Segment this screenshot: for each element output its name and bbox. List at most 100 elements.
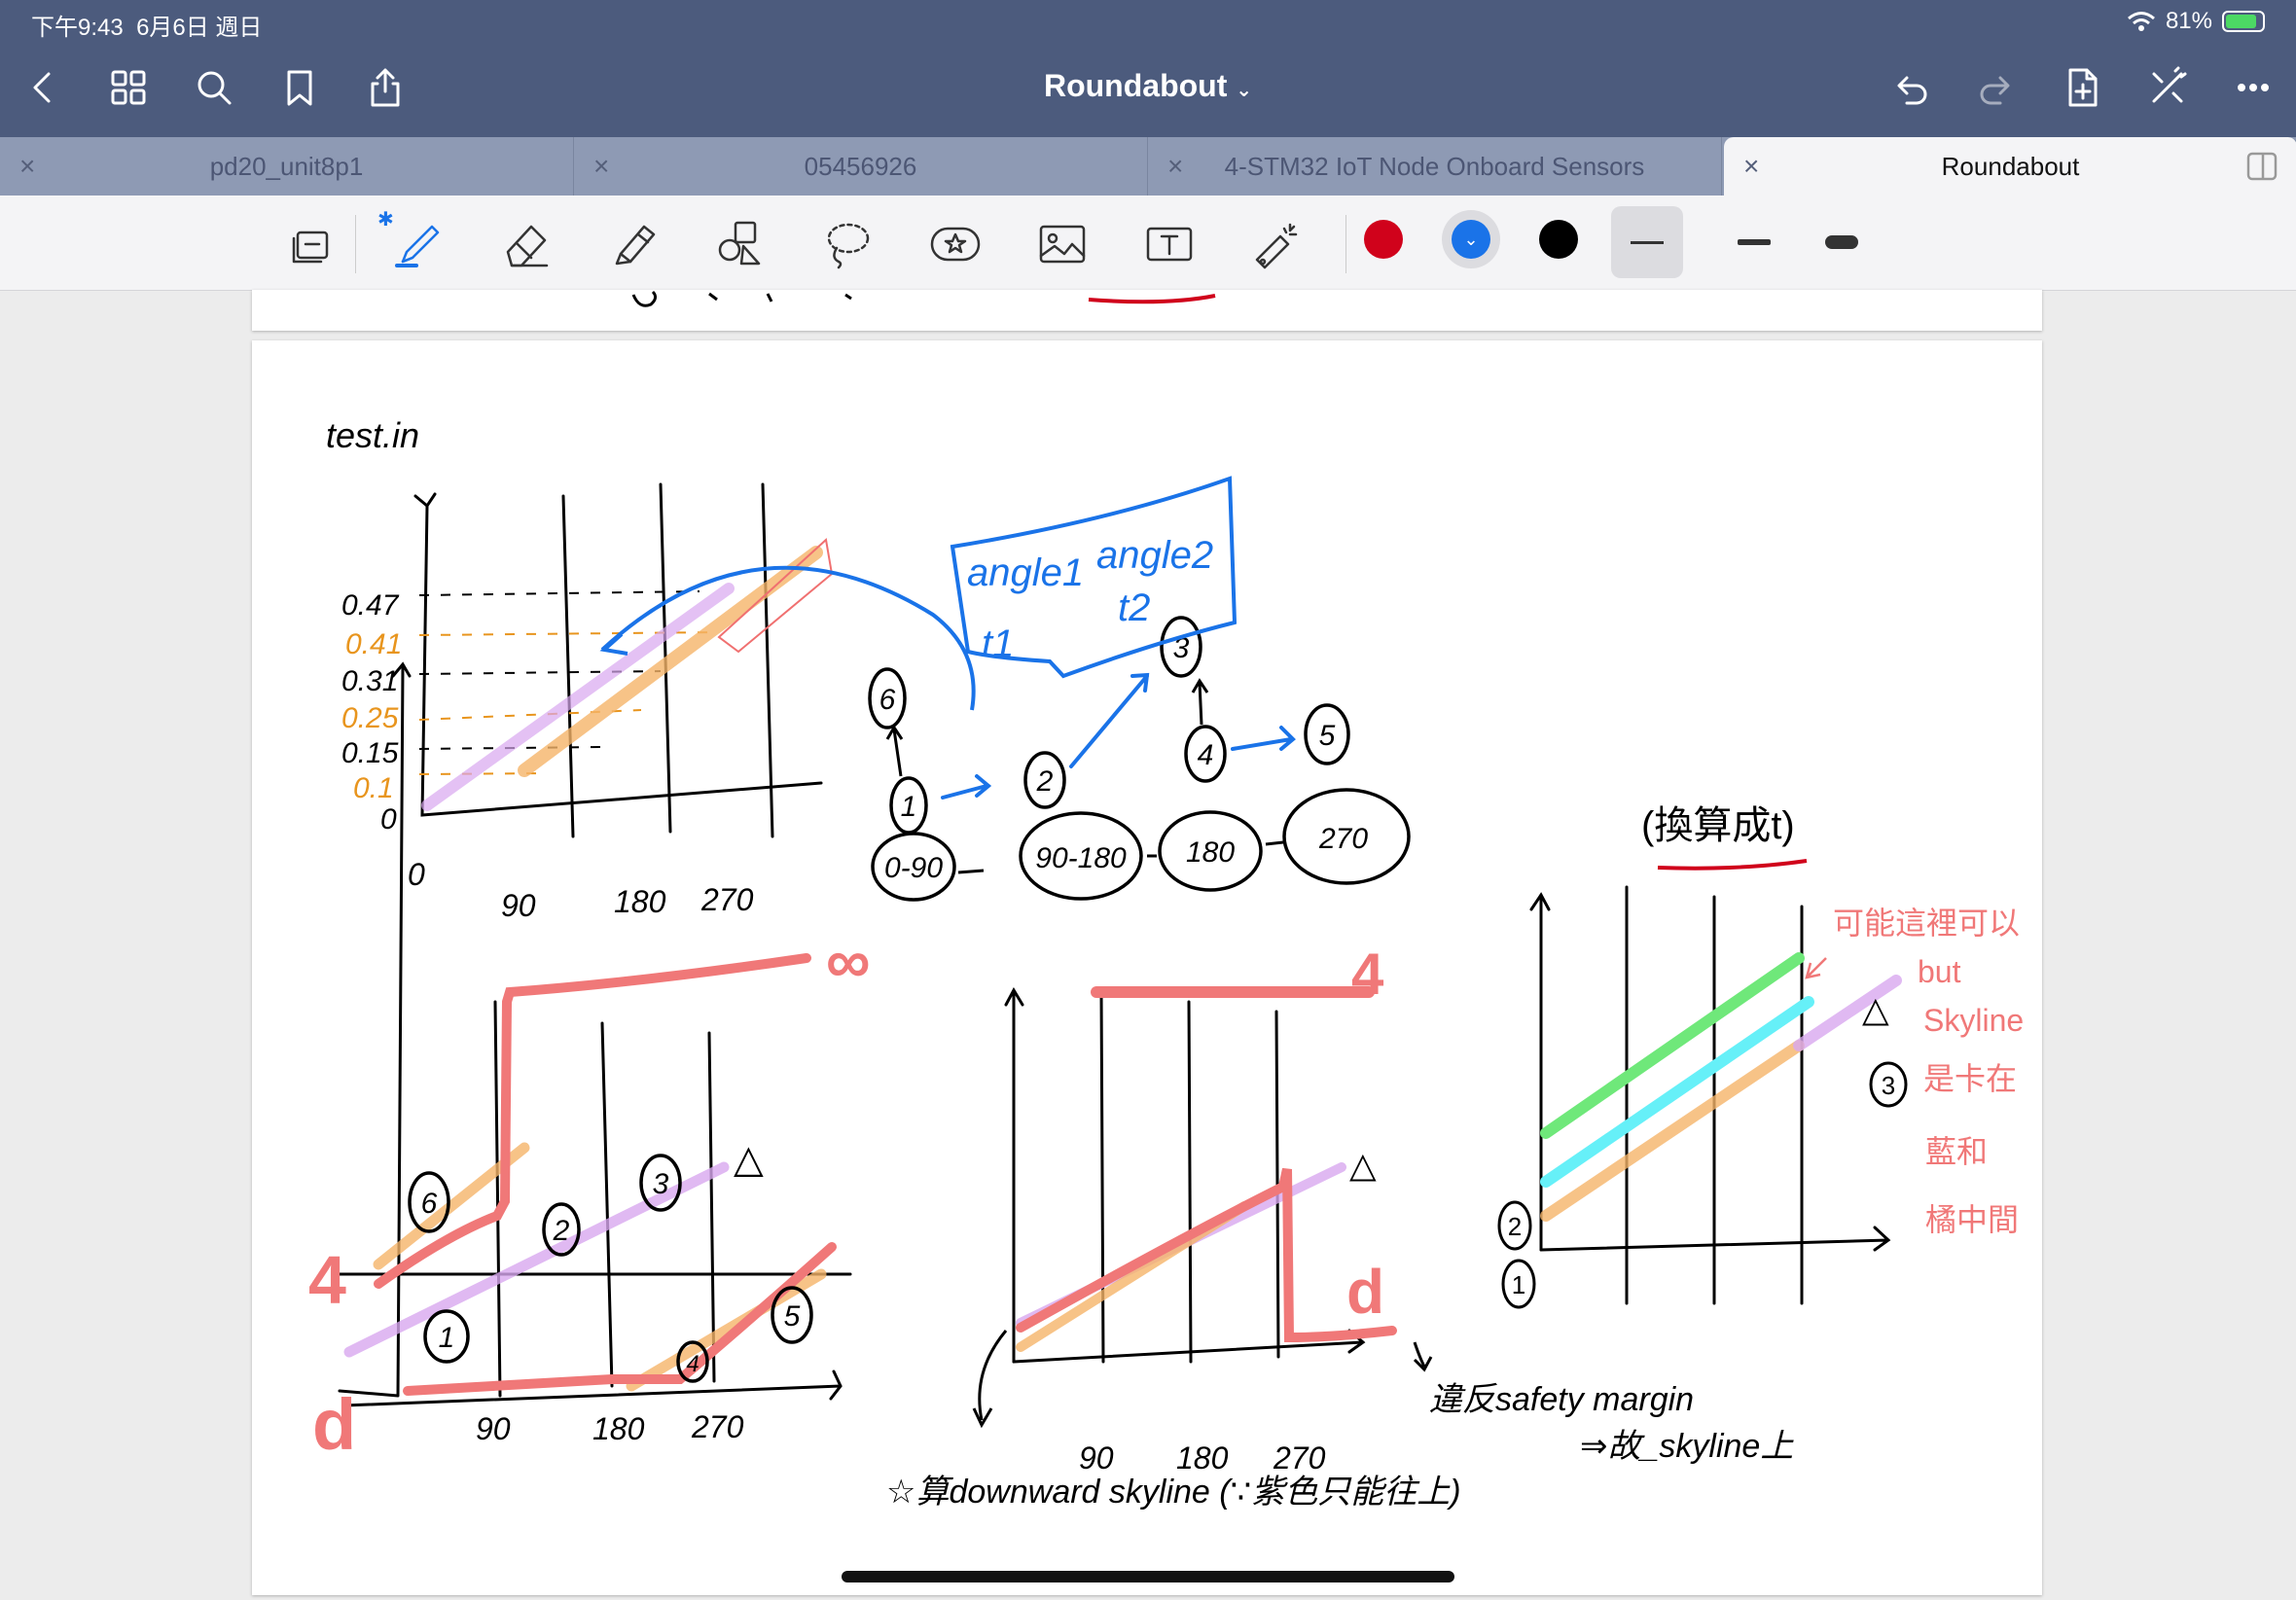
tab-stm32-sensors[interactable]: × 4-STM32 IoT Node Onboard Sensors <box>1148 137 1722 196</box>
convert-note: (換算成t) <box>1641 804 1795 847</box>
top-bar: 下午9:43 6月6日 週日 81% Roundabout ⌄ <box>0 0 2296 137</box>
stroke-thick-option[interactable] <box>1806 206 1878 278</box>
graph-2-x-ticks: 90 180 270 <box>476 1409 744 1446</box>
home-indicator[interactable] <box>842 1571 1454 1582</box>
svg-text:180: 180 <box>614 884 666 919</box>
tab-05456926[interactable]: × 05456926 <box>574 137 1148 196</box>
thus-note: ⇒故_skyline上 <box>1580 1428 1794 1465</box>
svg-text:1: 1 <box>1512 1270 1525 1299</box>
svg-text:180: 180 <box>1186 836 1235 869</box>
chevron-down-icon: ⌄ <box>1236 80 1253 101</box>
shapes-tool-icon[interactable] <box>710 213 772 275</box>
stroke-medium-option[interactable] <box>1718 206 1790 278</box>
undo-icon[interactable] <box>1887 64 1934 111</box>
svg-text:是卡在: 是卡在 <box>1923 1061 2017 1096</box>
laser-pointer-tool-icon[interactable] <box>1245 213 1308 275</box>
svg-text:0.47: 0.47 <box>341 589 400 622</box>
tab-pd20-unit8p1[interactable]: × pd20_unit8p1 <box>0 137 574 196</box>
grid-view-icon[interactable] <box>105 64 152 111</box>
redo-icon[interactable] <box>1973 64 2020 111</box>
graph-3-x-ticks: 90 180 270 <box>1079 1440 1326 1476</box>
read-only-toggle-icon[interactable] <box>282 213 344 275</box>
svg-text:180: 180 <box>1176 1440 1229 1476</box>
split-view-icon[interactable] <box>2246 151 2278 182</box>
svg-text:可能這裡可以: 可能這裡可以 <box>1833 906 2020 941</box>
svg-text:橘中間: 橘中間 <box>1925 1202 2019 1237</box>
pen-tool-icon[interactable] <box>389 213 451 275</box>
svg-text:5: 5 <box>784 1300 801 1333</box>
color-red-swatch[interactable] <box>1364 220 1403 259</box>
pen-tools-icon[interactable] <box>2144 64 2191 111</box>
svg-text:270: 270 <box>691 1409 744 1444</box>
share-icon[interactable] <box>362 64 409 111</box>
side-note-arrow <box>1805 957 1827 979</box>
color-blue-swatch[interactable]: ⌄ <box>1442 210 1500 268</box>
svg-text:5: 5 <box>1319 720 1336 752</box>
text-tool-icon[interactable] <box>1138 213 1201 275</box>
stroke-thin-option[interactable] <box>1611 206 1683 278</box>
eraser-tool-icon[interactable] <box>496 213 558 275</box>
document-title: Roundabout ⌄ <box>0 68 2296 104</box>
add-page-icon[interactable] <box>2059 64 2105 111</box>
svg-text:4: 4 <box>1198 739 1214 771</box>
svg-text:0.1: 0.1 <box>353 772 394 804</box>
distance-mark: d <box>312 1384 356 1465</box>
svg-text:3: 3 <box>1882 1071 1895 1100</box>
triangle-mark-3: △ <box>1862 989 1889 1029</box>
note-title: test.in <box>326 415 419 455</box>
close-tab-icon[interactable]: × <box>1167 151 1183 182</box>
svg-text:藍和: 藍和 <box>1925 1134 1988 1169</box>
sticker-tool-icon[interactable] <box>924 213 987 275</box>
node-arrows-blue <box>941 672 1296 800</box>
wifi-icon <box>2127 12 2155 31</box>
close-tab-icon[interactable]: × <box>1743 151 1759 182</box>
bookmark-icon[interactable] <box>276 64 323 111</box>
svg-text:2: 2 <box>1036 765 1054 798</box>
more-icon[interactable] <box>2230 64 2277 111</box>
graph-2-red-skyline-bottom <box>403 1242 837 1396</box>
search-icon[interactable] <box>191 64 237 111</box>
color-black-swatch[interactable] <box>1539 220 1578 259</box>
previous-page <box>252 290 2042 331</box>
highlighter-tool-icon[interactable] <box>603 213 665 275</box>
svg-text:0: 0 <box>380 803 397 836</box>
previous-page-handwriting <box>631 290 1216 307</box>
svg-text:t2: t2 <box>1118 587 1150 629</box>
svg-text:90: 90 <box>1079 1440 1114 1476</box>
document-title-button[interactable]: Roundabout ⌄ <box>1044 68 1252 103</box>
violate-arrow <box>1413 1341 1433 1372</box>
back-icon[interactable] <box>19 64 66 111</box>
svg-text:90-180: 90-180 <box>1035 842 1127 874</box>
lasso-tool-icon[interactable] <box>817 213 879 275</box>
battery-icon <box>2222 11 2265 32</box>
svg-text:270: 270 <box>1318 823 1368 855</box>
note-page[interactable]: test.in 0.47 0.41 0.31 0.25 0.15 0.1 0 0… <box>252 340 2042 1595</box>
close-tab-icon[interactable]: × <box>19 151 35 182</box>
chevron-down-icon: ⌄ <box>1452 220 1490 259</box>
svg-text:2: 2 <box>553 1215 570 1247</box>
violate-note: 違反safety margin <box>1429 1381 1694 1418</box>
height-mark-2: 4 <box>1351 942 1384 1007</box>
svg-text:180: 180 <box>592 1411 645 1446</box>
graph-1-y-ticks: 0.47 0.41 0.31 0.25 0.15 0.1 0 <box>341 589 402 836</box>
distance-mark-2: d <box>1346 1257 1384 1327</box>
infinity-mark: ∞ <box>826 926 871 996</box>
tab-bar: × pd20_unit8p1 × 05456926 × 4-STM32 IoT … <box>0 137 2296 196</box>
svg-text:0.15: 0.15 <box>341 737 399 769</box>
svg-text:2: 2 <box>1508 1212 1522 1241</box>
side-note: 可能這裡可以 but Skyline 是卡在 藍和 橘中間 <box>1833 906 2024 1237</box>
image-tool-icon[interactable] <box>1031 213 1094 275</box>
svg-text:angle2: angle2 <box>1096 534 1213 577</box>
svg-text:0: 0 <box>408 857 425 892</box>
svg-text:t1: t1 <box>982 622 1014 665</box>
svg-text:90: 90 <box>476 1411 511 1446</box>
graph-4-cyan-line <box>1540 996 1814 1188</box>
svg-text:90: 90 <box>501 888 536 923</box>
node-circles <box>868 616 1350 835</box>
graph-4-green-line <box>1540 952 1805 1139</box>
convert-underline <box>1657 859 1808 871</box>
tab-roundabout[interactable]: × Roundabout <box>1724 137 2296 196</box>
svg-text:6: 6 <box>879 684 896 716</box>
close-tab-icon[interactable]: × <box>593 151 609 182</box>
svg-text:angle1: angle1 <box>967 551 1084 594</box>
